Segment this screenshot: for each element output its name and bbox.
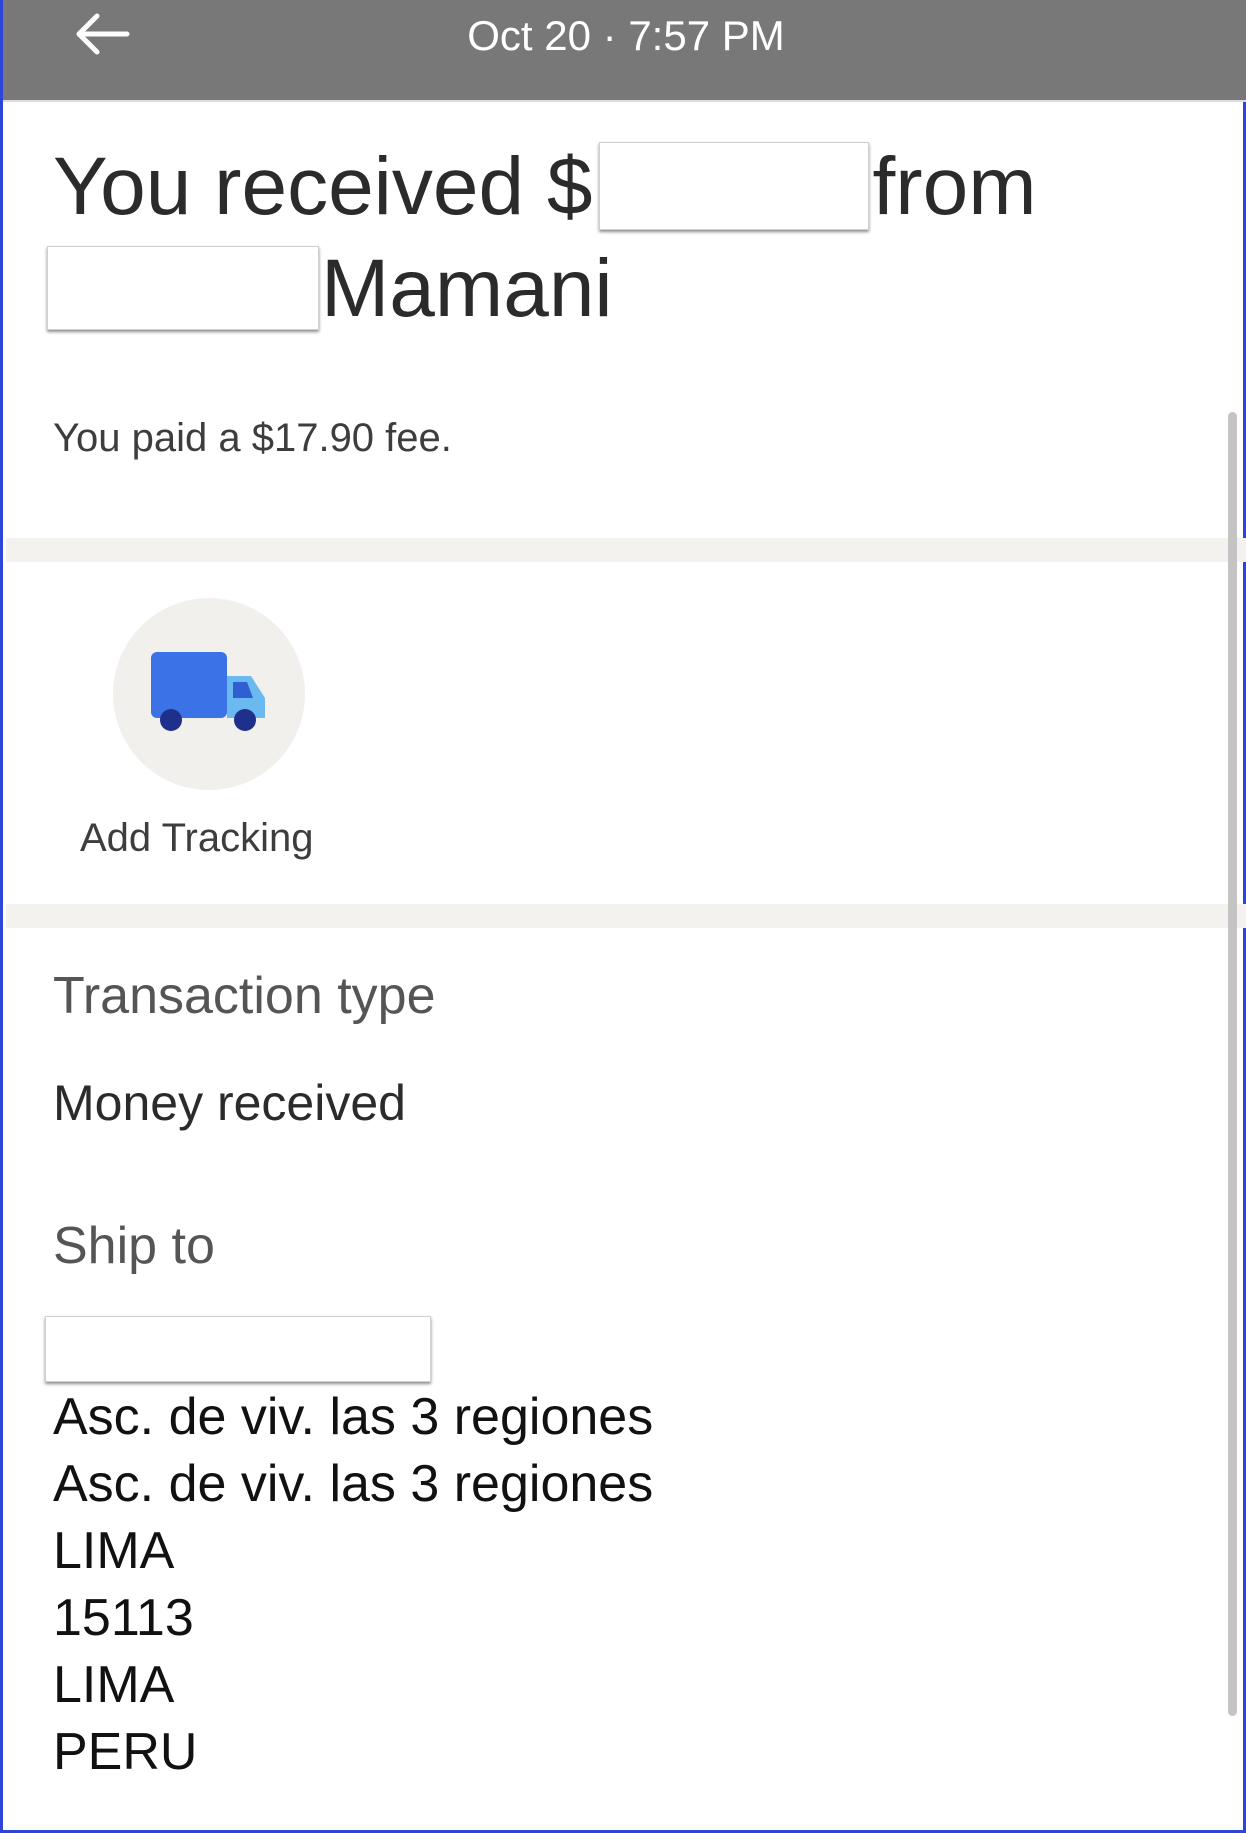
address-line: Asc. de viv. las 3 regiones — [53, 1388, 654, 1446]
section-divider — [6, 904, 1246, 928]
top-bar: Oct 20 · 7:57 PM — [3, 0, 1246, 102]
shipping-address: Asc. de viv. las 3 regiones Asc. de viv.… — [53, 1384, 653, 1786]
address-country: PERU — [53, 1723, 198, 1781]
headline-from: from — [872, 141, 1037, 232]
transaction-type-label: Transaction type — [53, 967, 436, 1025]
tracking-icon-circle — [113, 598, 305, 790]
app-screen: Oct 20 · 7:57 PM You received $ from Maman… — [0, 0, 1246, 1833]
transaction-datetime: Oct 20 · 7:57 PM — [467, 12, 785, 59]
headline-prefix: You received $ — [53, 141, 593, 232]
add-tracking-label: Add Tracking — [80, 816, 314, 860]
address-line: Asc. de viv. las 3 regiones — [53, 1455, 654, 1513]
ship-to-label: Ship to — [53, 1217, 215, 1275]
redacted-recipient-name — [45, 1316, 431, 1382]
section-divider — [6, 538, 1246, 562]
redacted-first-name — [47, 246, 319, 331]
transaction-type-value: Money received — [53, 1075, 406, 1131]
address-region: LIMA — [53, 1656, 175, 1714]
vertical-scrollbar[interactable] — [1228, 412, 1237, 1716]
add-tracking-button[interactable]: Add Tracking — [73, 596, 343, 876]
page-title: You received $ from Mamani — [47, 136, 1203, 340]
sender-surname: Mamani — [321, 243, 613, 334]
address-city: LIMA — [53, 1522, 175, 1580]
address-postal-code: 15113 — [53, 1589, 194, 1647]
delivery-truck-icon — [151, 652, 265, 731]
fee-note: You paid a $17.90 fee. — [53, 416, 452, 460]
redacted-amount — [598, 142, 869, 231]
